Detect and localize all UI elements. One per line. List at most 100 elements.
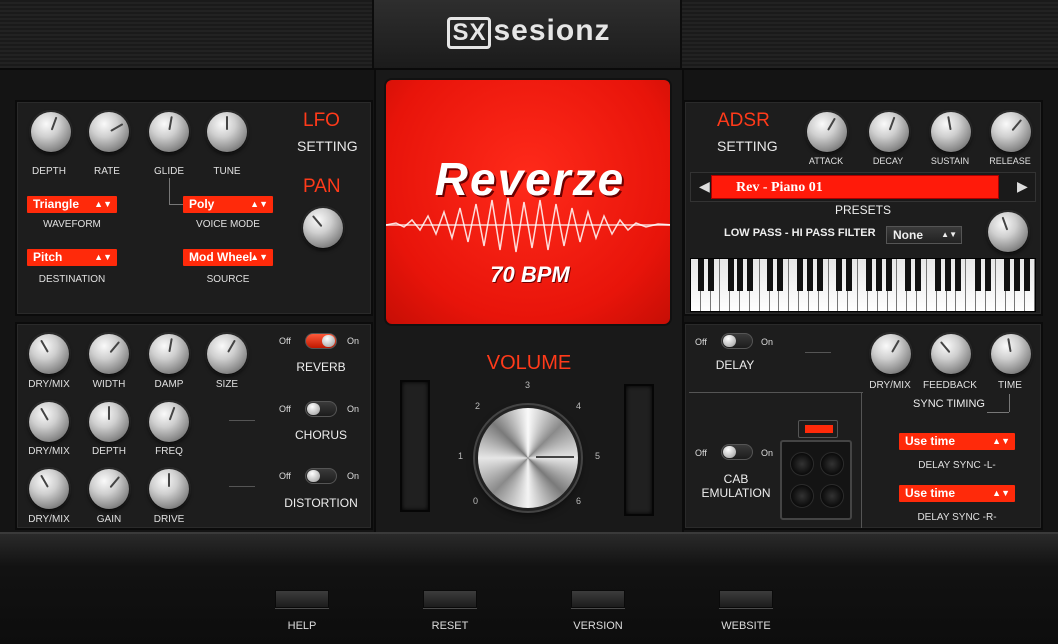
tune-label: TUNE: [213, 166, 241, 177]
volume-tick: 2: [475, 401, 481, 411]
reverb-width-knob[interactable]: [89, 334, 129, 374]
delay-time-knob[interactable]: [991, 334, 1031, 374]
reverb-toggle[interactable]: [305, 333, 337, 349]
chorus-off-label: Off: [279, 404, 291, 414]
cab-toggle[interactable]: [721, 444, 753, 460]
black-key[interactable]: [747, 259, 754, 291]
reset-button[interactable]: [423, 590, 477, 608]
distortion-drive-knob[interactable]: [149, 469, 189, 509]
distortion-drymix-knob[interactable]: [29, 469, 69, 509]
help-button[interactable]: [275, 590, 329, 608]
reverb-size-knob[interactable]: [207, 334, 247, 374]
black-key[interactable]: [1024, 259, 1031, 291]
rate-label: RATE: [94, 166, 120, 177]
black-key[interactable]: [836, 259, 843, 291]
reverb-off-label: Off: [279, 336, 291, 346]
version-label: VERSION: [573, 620, 623, 632]
black-key[interactable]: [737, 259, 744, 291]
destination-value: Pitch: [33, 250, 63, 264]
voice-mode-dropdown[interactable]: Poly ▲▼: [183, 196, 273, 213]
reverb-drymix-knob[interactable]: [29, 334, 69, 374]
dropdown-arrow-icon: ▲▼: [250, 252, 268, 262]
release-knob[interactable]: [991, 112, 1031, 152]
black-key[interactable]: [707, 259, 714, 291]
pan-knob[interactable]: [303, 208, 343, 248]
version-button[interactable]: [571, 590, 625, 608]
delay-sync-left-dropdown[interactable]: Use time ▲▼: [899, 433, 1015, 450]
volume-tick: 5: [595, 451, 601, 461]
preset-selector: ◀ Rev - Piano 01 ▶: [690, 172, 1036, 202]
piano-keyboard[interactable]: [690, 258, 1036, 312]
black-key[interactable]: [1014, 259, 1021, 291]
sync-connector-h: [987, 412, 1009, 413]
depth-knob[interactable]: [31, 112, 71, 152]
delay-sync-left-value: Use time: [905, 434, 956, 448]
source-label: SOURCE: [206, 274, 250, 285]
black-key[interactable]: [697, 259, 704, 291]
website-button[interactable]: [719, 590, 773, 608]
destination-dropdown[interactable]: Pitch ▲▼: [27, 249, 117, 266]
chorus-drymix-knob[interactable]: [29, 402, 69, 442]
tune-knob[interactable]: [207, 112, 247, 152]
attack-knob[interactable]: [807, 112, 847, 152]
preset-name-display[interactable]: Rev - Piano 01: [711, 175, 999, 199]
filter-dropdown[interactable]: None ▲▼: [886, 226, 962, 244]
delay-feedback-knob[interactable]: [931, 334, 971, 374]
voice-mode-value: Poly: [189, 197, 215, 211]
lfo-panel: DEPTH RATE GLIDE TUNE LFO SETTING PAN Tr…: [15, 100, 373, 316]
delay-panel: Off On DELAY DRY/MIX FEEDBACK TIME SYNC …: [683, 322, 1043, 530]
chorus-depth-knob[interactable]: [89, 402, 129, 442]
delay-drymix-knob[interactable]: [871, 334, 911, 374]
reverb-label: REVERB: [296, 360, 346, 374]
black-key[interactable]: [935, 259, 942, 291]
delay-toggle[interactable]: [721, 333, 753, 349]
black-key[interactable]: [945, 259, 952, 291]
black-key[interactable]: [984, 259, 991, 291]
black-key[interactable]: [846, 259, 853, 291]
black-key[interactable]: [1004, 259, 1011, 291]
black-key[interactable]: [865, 259, 872, 291]
black-key[interactable]: [727, 259, 734, 291]
black-key[interactable]: [905, 259, 912, 291]
glide-connector: [169, 178, 170, 204]
distortion-gain-knob[interactable]: [89, 469, 129, 509]
chorus-freq-knob[interactable]: [149, 402, 189, 442]
dropdown-arrow-icon: ▲▼: [94, 252, 112, 262]
black-key[interactable]: [816, 259, 823, 291]
source-dropdown[interactable]: Mod Wheel ▲▼: [183, 249, 273, 266]
chorus-toggle[interactable]: [305, 401, 337, 417]
delay-label: DELAY: [715, 358, 755, 372]
lfo-subtitle: SETTING: [297, 138, 358, 154]
black-key[interactable]: [767, 259, 774, 291]
distortion-on-label: On: [347, 471, 360, 481]
black-key[interactable]: [915, 259, 922, 291]
cab-divider-right: [861, 392, 862, 528]
black-key[interactable]: [954, 259, 961, 291]
black-key[interactable]: [875, 259, 882, 291]
sustain-knob[interactable]: [931, 112, 971, 152]
glide-knob[interactable]: [149, 112, 189, 152]
volume-knob[interactable]: [478, 408, 578, 508]
speaker-cabinet-icon: [780, 440, 852, 520]
black-key[interactable]: [796, 259, 803, 291]
source-value: Mod Wheel: [189, 250, 253, 264]
cab-divider-top: [689, 392, 863, 393]
reverb-damp-knob[interactable]: [149, 334, 189, 374]
distortion-toggle[interactable]: [305, 468, 337, 484]
rate-knob[interactable]: [89, 112, 129, 152]
reverb-on-label: On: [347, 336, 360, 346]
previous-preset-icon[interactable]: ◀: [699, 178, 710, 195]
decay-knob[interactable]: [869, 112, 909, 152]
next-preset-icon[interactable]: ▶: [1017, 178, 1028, 195]
volume-tick: 4: [576, 401, 582, 411]
filter-knob[interactable]: [988, 212, 1028, 252]
black-key[interactable]: [974, 259, 981, 291]
delay-sync-left-label: DELAY SYNC -L-: [918, 460, 996, 471]
delay-sync-right-value: Use time: [905, 486, 956, 500]
black-key[interactable]: [806, 259, 813, 291]
waveform-dropdown[interactable]: Triangle ▲▼: [27, 196, 117, 213]
delay-sync-right-dropdown[interactable]: Use time ▲▼: [899, 485, 1015, 502]
delay-on-label: On: [761, 337, 774, 347]
black-key[interactable]: [776, 259, 783, 291]
black-key[interactable]: [885, 259, 892, 291]
